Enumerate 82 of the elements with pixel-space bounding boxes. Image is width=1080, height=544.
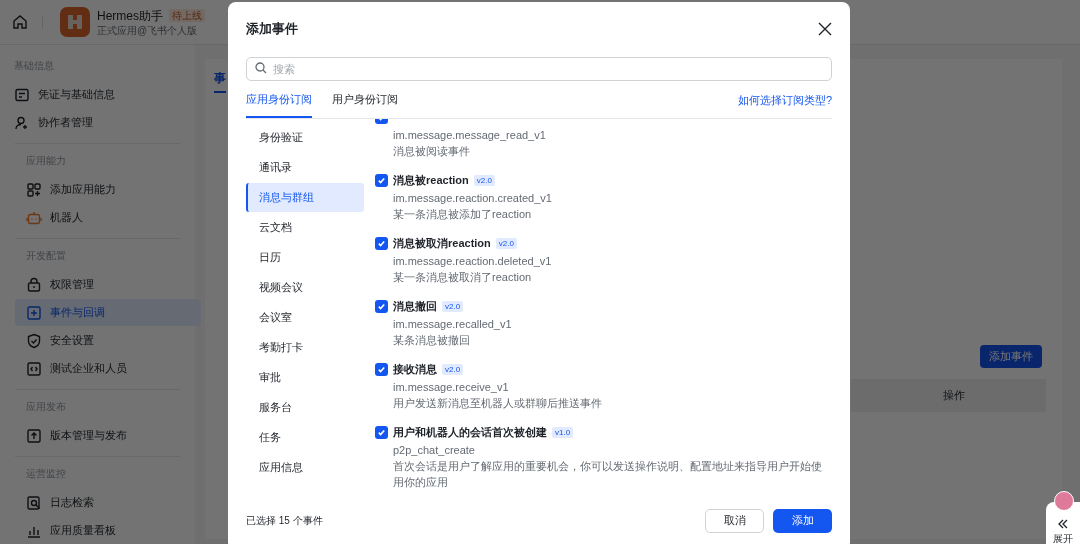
sidebar-item[interactable]: 安全设置 bbox=[15, 327, 201, 354]
add-event-button[interactable]: 添加事件 bbox=[980, 345, 1042, 368]
sidebar-item[interactable]: 应用质量看板 bbox=[15, 517, 201, 544]
event-icon bbox=[26, 304, 42, 321]
check-icon bbox=[377, 302, 386, 311]
category-item[interactable]: 考勤打卡 bbox=[246, 332, 364, 362]
checkbox[interactable] bbox=[375, 174, 388, 187]
event-description: 消息被阅读事件 bbox=[393, 143, 471, 159]
check-icon bbox=[377, 239, 386, 248]
check-icon bbox=[377, 365, 386, 374]
category-item[interactable]: 会议室 bbox=[246, 302, 364, 332]
event-code: im.message.reaction.created_v1 bbox=[393, 190, 553, 206]
event-code: im.message.recalled_v1 bbox=[393, 316, 513, 332]
event-description: 用户发送新消息至机器人或群聊后推送事件 bbox=[393, 395, 603, 411]
checkbox[interactable] bbox=[375, 363, 388, 376]
event-name: 接收消息 bbox=[393, 362, 437, 378]
shield-icon bbox=[26, 332, 42, 349]
category-item[interactable]: 日历 bbox=[246, 242, 364, 272]
event-code: im.message.receive_v1 bbox=[393, 379, 510, 395]
category-item[interactable]: 身份验证 bbox=[246, 122, 364, 152]
version-badge: v2.0 bbox=[495, 238, 517, 249]
event-code: im.message.message_read_v1 bbox=[393, 127, 547, 143]
version-badge: v2.0 bbox=[473, 175, 495, 186]
event-name: 消息被reaction bbox=[393, 173, 469, 189]
card-icon bbox=[14, 86, 30, 103]
search-icon bbox=[255, 62, 267, 74]
category-item[interactable]: 视频会议 bbox=[246, 272, 364, 302]
app-name: Hermes助手 bbox=[97, 7, 163, 24]
upload-icon bbox=[26, 427, 42, 444]
double-chevron-left-icon bbox=[1057, 518, 1069, 530]
sidebar-item[interactable]: 协作者管理 bbox=[3, 109, 189, 136]
lock-icon bbox=[26, 276, 42, 293]
event-name: 消息被取消reaction bbox=[393, 236, 491, 252]
event-code: im.message.reaction.deleted_v1 bbox=[393, 253, 553, 269]
tab[interactable]: 应用身份订阅 bbox=[246, 91, 312, 118]
status-badge: 待上线 bbox=[169, 9, 205, 22]
version-badge: v2.0 bbox=[442, 364, 464, 375]
checkbox[interactable] bbox=[375, 426, 388, 439]
event-description: 某条消息被撤回 bbox=[393, 332, 471, 348]
category-item[interactable]: 通讯录 bbox=[246, 152, 364, 182]
home-icon[interactable] bbox=[12, 14, 28, 30]
dialog-title: 添加事件 bbox=[246, 20, 298, 39]
sidebar-item[interactable]: 日志检索 bbox=[15, 489, 201, 516]
apps-icon bbox=[26, 181, 42, 198]
user-icon bbox=[14, 114, 30, 131]
event-description: 某一条消息被取消了reaction bbox=[393, 269, 533, 285]
close-icon[interactable] bbox=[818, 22, 832, 36]
event-name: 消息撤回 bbox=[393, 299, 437, 315]
sidebar-item[interactable]: 机器人 bbox=[15, 204, 201, 231]
category-item[interactable]: 审批 bbox=[246, 362, 364, 392]
check-icon bbox=[377, 176, 386, 185]
category-item[interactable]: 任务 bbox=[246, 422, 364, 452]
search-field[interactable]: 搜索 bbox=[246, 57, 832, 81]
expand-widget[interactable]: 展开 bbox=[1046, 502, 1080, 544]
tab[interactable]: 用户身份订阅 bbox=[332, 91, 398, 118]
app-logo-icon bbox=[60, 7, 90, 37]
log-search-icon bbox=[26, 494, 42, 511]
event-description: 首次会话是用户了解应用的重要机会，你可以发送操作说明、配置地址来指导用户开始使用你的应用 bbox=[393, 458, 823, 490]
check-icon bbox=[377, 428, 386, 437]
column-header: 操作 bbox=[943, 388, 965, 404]
checkbox[interactable] bbox=[375, 300, 388, 313]
version-badge: v1.0 bbox=[552, 427, 574, 438]
add-button[interactable]: 添加 bbox=[773, 508, 832, 533]
sidebar-item[interactable]: 权限管理 bbox=[15, 271, 201, 298]
category-item[interactable]: 服务台 bbox=[246, 392, 364, 422]
sidebar-item[interactable]: 凭证与基础信息 bbox=[3, 81, 189, 108]
event-description: 某一条消息被添加了reaction bbox=[393, 206, 533, 222]
sidebar-item[interactable]: 添加应用能力 bbox=[15, 176, 201, 203]
code-icon bbox=[26, 360, 42, 377]
category-item[interactable]: 消息与群组 bbox=[246, 182, 364, 212]
selected-count: 已选择 15 个事件 bbox=[246, 514, 323, 528]
checkbox[interactable] bbox=[375, 237, 388, 250]
sidebar-item[interactable]: 测试企业和人员 bbox=[15, 355, 201, 382]
category-item[interactable]: 云文档 bbox=[246, 212, 364, 242]
category-item[interactable]: 应用信息 bbox=[246, 452, 364, 482]
sidebar-item[interactable]: 版本管理与发布 bbox=[15, 422, 201, 449]
robot-icon bbox=[26, 209, 42, 226]
version-badge: v2.0 bbox=[442, 301, 464, 312]
cancel-button[interactable]: 取消 bbox=[705, 508, 764, 533]
event-code: p2p_chat_create bbox=[393, 442, 476, 458]
help-link[interactable]: 如何选择订阅类型? bbox=[737, 92, 832, 118]
event-name: 用户和机器人的会话首次被创建 bbox=[393, 425, 547, 441]
